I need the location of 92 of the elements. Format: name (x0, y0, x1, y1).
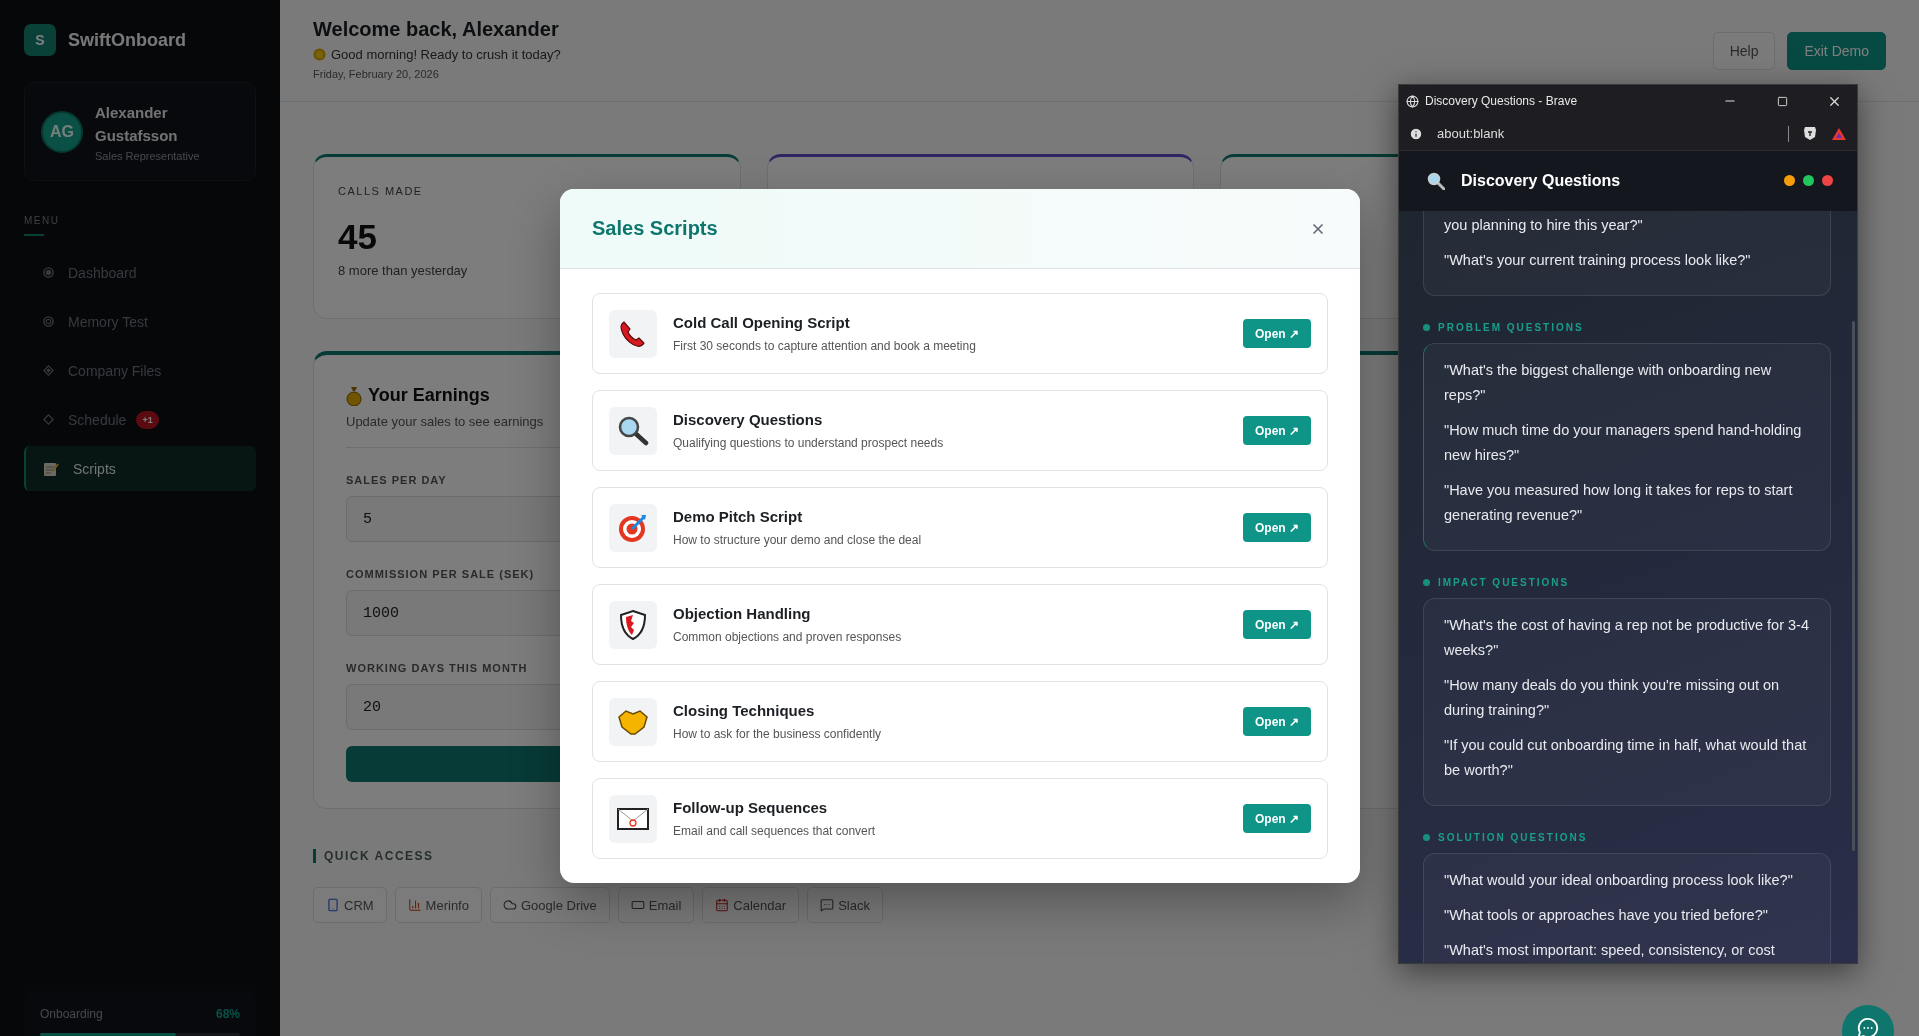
ring-icon (43, 316, 54, 327)
calendar-icon (715, 898, 730, 912)
script-title: Follow-up Sequences (673, 799, 829, 816)
script-description: Common objections and proven responses (673, 630, 903, 644)
script-title: Closing Techniques (673, 702, 816, 719)
section-title: PROBLEM QUESTIONS (1438, 322, 1584, 333)
panel-title: Discovery Questions (1461, 172, 1622, 190)
quick-link-button[interactable]: Email (617, 887, 695, 923)
question-text: "How many deals do you think you're missing out on during training?" (1444, 676, 1781, 720)
sidebar-item-label: Scripts (73, 460, 116, 477)
quick-link-button[interactable]: Google Drive (489, 887, 610, 923)
window-dot (1803, 175, 1814, 186)
welcome-title: Welcome back, Alexander (313, 18, 560, 41)
open-button[interactable]: Open ↗ (1243, 804, 1311, 833)
field-label: SALES PER DAY (346, 474, 448, 486)
open-button[interactable]: Open ↗ (1243, 416, 1311, 445)
script-title: Discovery Questions (673, 411, 824, 428)
user-role: Sales Representative (95, 150, 201, 162)
triangle-icon[interactable] (1831, 126, 1847, 141)
script-title: Cold Call Opening Script (673, 314, 851, 331)
open-button[interactable]: Open ↗ (1243, 707, 1311, 736)
section-dot (1423, 324, 1430, 331)
user-name: Alexander Gustafsson (95, 103, 179, 146)
greeting-text: Good morning! Ready to crush it today? (331, 47, 561, 62)
script-description: How to ask for the business confidently (673, 727, 883, 741)
open-button[interactable]: Open ↗ (1243, 513, 1311, 542)
script-description: First 30 seconds to capture attention and book a meeting (673, 339, 977, 353)
help-button[interactable]: Help (1712, 32, 1776, 70)
question-text: "What's most important: speed, consistency, or cost (1444, 941, 1776, 960)
field-label: COMMISSION PER SALE (SEK) (346, 568, 536, 580)
magnifier-icon (1427, 172, 1445, 190)
section-title: IMPACT QUESTIONS (1438, 577, 1570, 588)
question-text: "What's the cost of having a rep not be productive for 3-4 weeks?" (1444, 616, 1810, 660)
phone-icon (326, 898, 340, 912)
section-dot (1423, 579, 1430, 586)
window-title: Discovery Questions - Brave (1425, 94, 1579, 108)
script-title: Demo Pitch Script (673, 508, 804, 525)
stat-value: 45 (338, 217, 377, 257)
script-description: How to structure your demo and close the deal (673, 533, 923, 547)
bar-chart-icon (407, 898, 422, 912)
brand-name: SwiftOnboard (68, 29, 186, 51)
sun-icon (313, 48, 326, 61)
quick-link-button[interactable]: Merinfo (394, 887, 482, 923)
avatar: AG (41, 110, 83, 153)
quick-link-button[interactable]: Calendar (702, 887, 800, 923)
chat-icon (1857, 1017, 1879, 1036)
section-title: SOLUTION QUESTIONS (1438, 832, 1588, 843)
question-text: "How much time do your managers spend hand-holding new hires?" (1444, 421, 1803, 465)
question-text: "Have you measured how long it takes for reps to start generating revenue?" (1444, 481, 1794, 525)
quick-link-button[interactable]: CRM (313, 887, 387, 923)
envelope-icon (617, 806, 649, 831)
question-text: "What would your ideal onboarding process look like?" (1444, 871, 1794, 890)
window-dot (1784, 175, 1795, 186)
open-button[interactable]: Open ↗ (1243, 610, 1311, 639)
question-text: you planning to hire this year?" (1444, 216, 1644, 235)
stat-label: CALLS MADE (338, 185, 424, 197)
exit-button[interactable]: Exit Demo (1787, 32, 1886, 70)
dot-icon (43, 267, 54, 278)
dialog-title: Sales Scripts (592, 217, 718, 240)
speech-bubble-icon (820, 898, 835, 912)
onboarding-label: Onboarding (40, 1007, 103, 1021)
cloud-icon (502, 898, 517, 912)
rectangle-icon (630, 898, 645, 912)
scrollbar-thumb[interactable] (1852, 321, 1855, 851)
onboarding-percent: 68% (215, 1007, 240, 1021)
info-icon (1409, 126, 1423, 141)
logo: S (24, 24, 56, 56)
diamond-icon (43, 414, 54, 425)
question-text: "What's your current training process look like?" (1444, 251, 1752, 270)
stat-note: 8 more than yesterday (338, 263, 469, 278)
question-text: "If you could cut onboarding time in half, what would that be worth?" (1444, 736, 1808, 780)
money-bag-icon (346, 385, 362, 406)
maximize-icon (1776, 95, 1788, 107)
open-button[interactable]: Open ↗ (1243, 319, 1311, 348)
magnifier-icon (617, 414, 649, 447)
globe-icon (1406, 94, 1419, 108)
script-description: Email and call sequences that convert (673, 824, 877, 838)
quick-link-button[interactable]: Slack (807, 887, 883, 923)
diamond-icon (43, 365, 54, 376)
question-text: "What's the biggest challenge with onboarding new reps?" (1444, 361, 1773, 405)
date-text: Friday, February 20, 2026 (313, 68, 440, 80)
sidebar-item[interactable]: Scripts (24, 446, 256, 491)
section-dot (1423, 834, 1430, 841)
count-badge: +1 (136, 410, 159, 429)
menu-label: MENU (24, 215, 60, 226)
field-label: WORKING DAYS THIS MONTH (346, 662, 529, 674)
script-title: Objection Handling (673, 605, 812, 622)
notepad-icon (43, 460, 59, 477)
panel-title: Your Earnings (368, 385, 490, 406)
window-dot (1822, 175, 1833, 186)
question-text: "What tools or approaches have you tried before?" (1444, 906, 1769, 925)
shield-icon (619, 608, 647, 641)
